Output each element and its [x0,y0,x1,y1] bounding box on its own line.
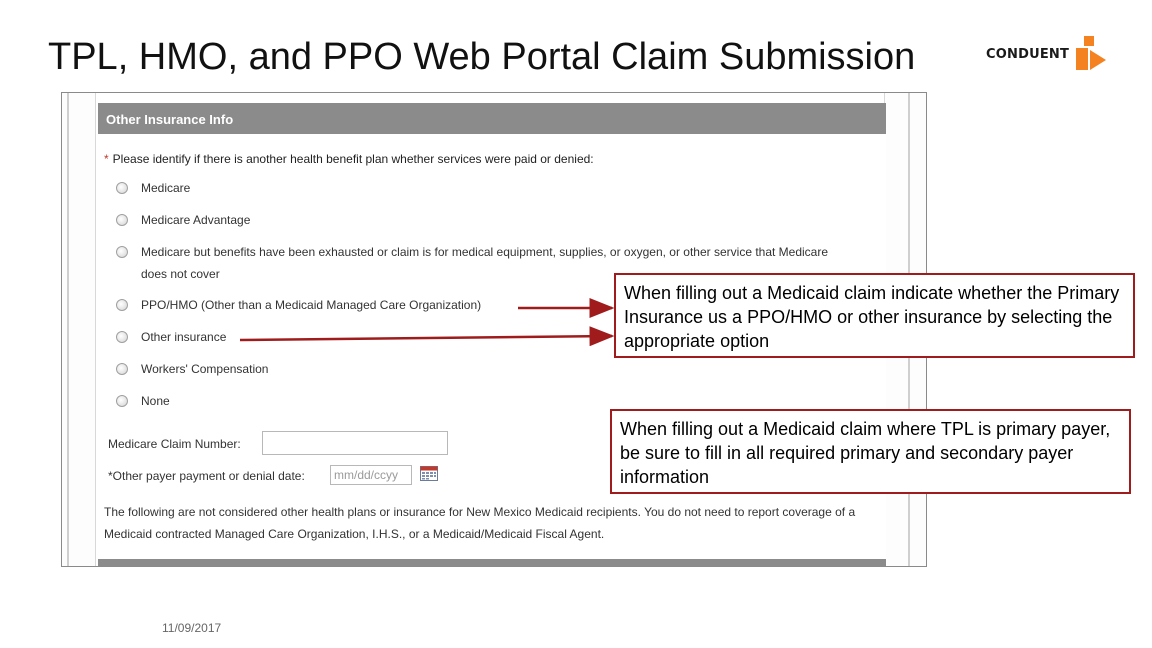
radio-none[interactable] [116,395,128,407]
option-medicare[interactable]: Medicare [116,181,851,199]
left-scrollbar[interactable] [62,93,96,566]
payer-date-label: *Other payer payment or denial date: [108,469,305,483]
slide-title: TPL, HMO, and PPO Web Portal Claim Submi… [48,36,916,78]
calendar-icon[interactable] [420,465,438,481]
radio-ppo-hmo[interactable] [116,299,128,311]
panel-footer-bar [98,559,886,566]
option-workers-compensation[interactable]: Workers' Compensation [116,362,851,380]
question-text: Please identify if there is another heal… [112,152,594,166]
insurance-question: * Please identify if there is another hea… [104,152,594,166]
payer-date-input[interactable]: mm/dd/ccyy [330,465,412,485]
radio-medicare-exhausted[interactable] [116,246,128,258]
option-label: Medicare [141,181,191,195]
callout-ppo-hmo: When filling out a Medicaid claim indica… [614,273,1135,358]
required-marker: * [104,152,109,166]
conduent-logo: CONDUENT [986,36,1110,74]
radio-workers-compensation[interactable] [116,363,128,375]
logo-text: CONDUENT [986,47,1070,62]
radio-medicare-advantage[interactable] [116,214,128,226]
callout-tpl-primary: When filling out a Medicaid claim where … [610,409,1131,494]
option-label: Medicare Advantage [141,213,251,227]
radio-medicare[interactable] [116,182,128,194]
option-label: Workers' Compensation [141,362,269,376]
panel-header: Other Insurance Info [98,103,886,134]
option-medicare-advantage[interactable]: Medicare Advantage [116,213,851,231]
radio-other-insurance[interactable] [116,331,128,343]
exclusion-note: The following are not considered other h… [104,505,856,541]
footer-date: 11/09/2017 [162,621,222,635]
medicare-claim-number-input[interactable] [262,431,448,455]
conduent-logo-icon [1076,36,1106,70]
medicare-claim-number-label: Medicare Claim Number: [108,437,241,451]
